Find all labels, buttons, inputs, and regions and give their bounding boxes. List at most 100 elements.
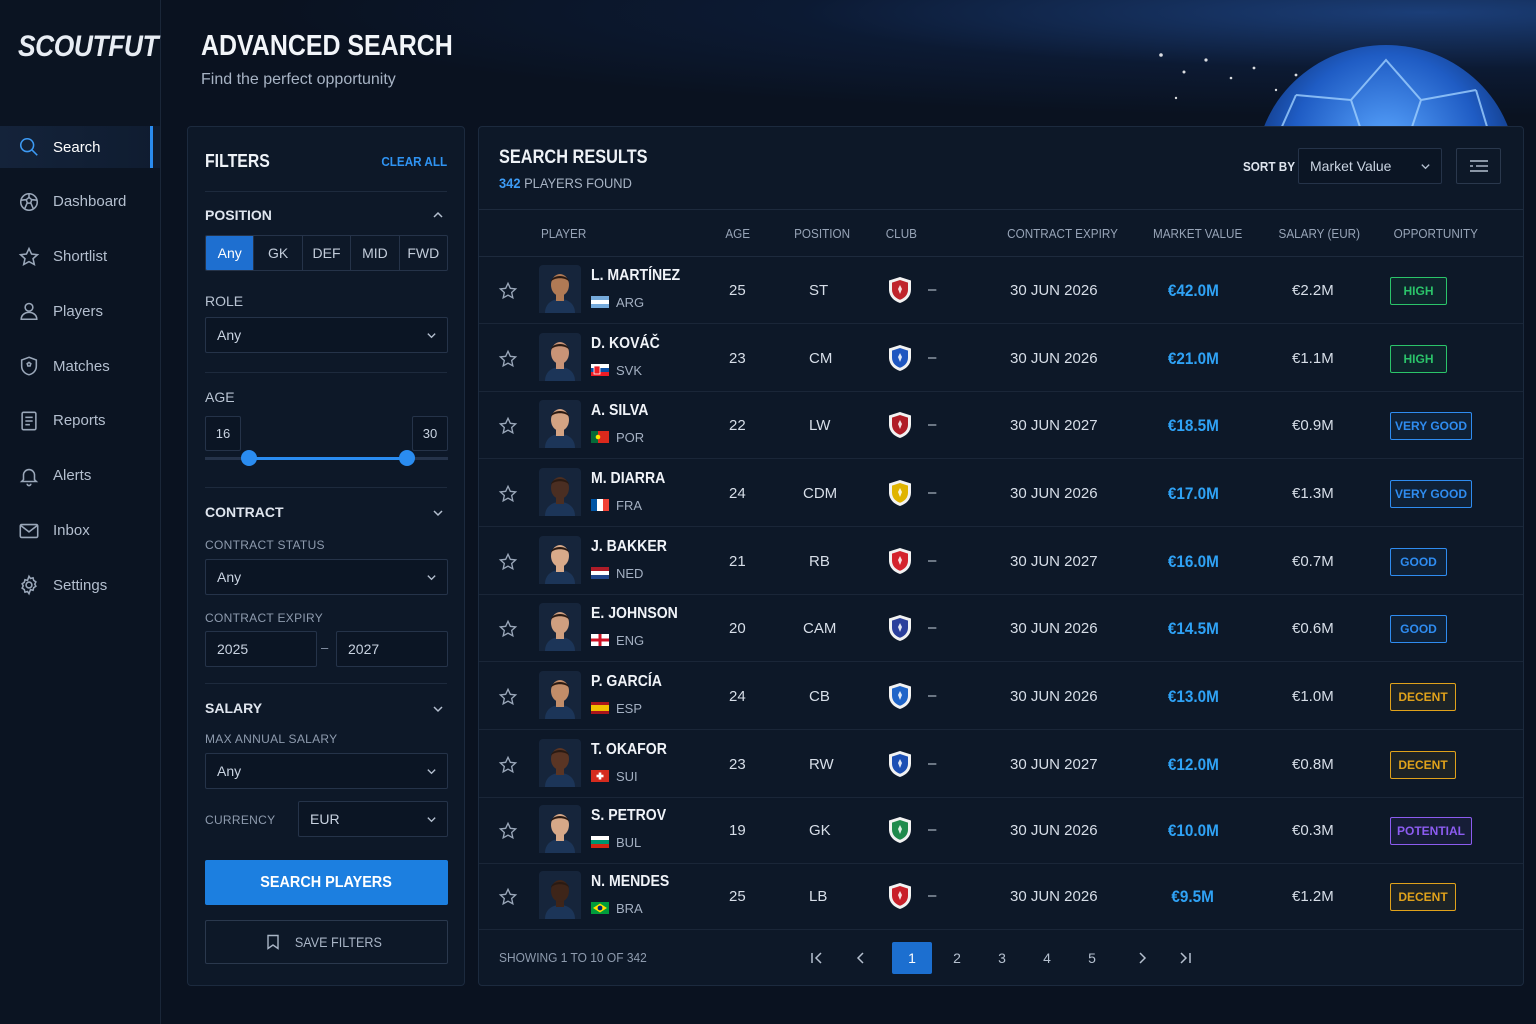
table-row[interactable]: N. MENDES BRA 25 LB – 30 JUN 2026 €9.5M … <box>479 863 1523 930</box>
column-header-position[interactable]: POSITION <box>794 226 850 241</box>
column-header-contract-expiry[interactable]: CONTRACT EXPIRY <box>1007 226 1118 241</box>
save-filters-button[interactable]: SAVE FILTERS <box>205 920 448 964</box>
sidebar-item-inbox[interactable]: Inbox <box>0 510 160 552</box>
contract-expiry-from[interactable]: 2025 <box>205 631 317 667</box>
player-name[interactable]: L. MARTÍNEZ <box>591 267 680 285</box>
sidebar-item-search[interactable]: Search <box>0 126 160 168</box>
club-crest-icon[interactable] <box>887 816 913 844</box>
player-name[interactable]: D. KOVÁČ <box>591 335 660 353</box>
sidebar-item-shortlist[interactable]: Shortlist <box>0 236 160 278</box>
player-avatar[interactable] <box>539 602 581 651</box>
shortlist-star-icon[interactable] <box>498 552 518 572</box>
position-option-gk[interactable]: GK <box>254 236 303 270</box>
first-page-button[interactable] <box>797 942 837 974</box>
player-name[interactable]: S. PETROV <box>591 807 666 825</box>
player-avatar[interactable] <box>539 467 581 516</box>
player-avatar[interactable] <box>539 332 581 381</box>
player-name[interactable]: T. OKAFOR <box>591 741 667 759</box>
contract-expiry-to[interactable]: 2027 <box>336 631 448 667</box>
column-header-age[interactable]: AGE <box>725 226 750 241</box>
currency-select[interactable]: EUR <box>298 801 448 837</box>
max-salary-select[interactable]: Any <box>205 753 448 789</box>
club-crest-icon[interactable] <box>887 344 913 372</box>
view-options-button[interactable] <box>1456 148 1501 184</box>
table-row[interactable]: D. KOVÁČ SVK 23 CM – 30 JUN 2026 €21.0M … <box>479 325 1523 392</box>
position-option-def[interactable]: DEF <box>303 236 352 270</box>
page-button-1[interactable]: 1 <box>892 942 932 974</box>
age-min-handle[interactable] <box>240 450 257 466</box>
clear-all-button[interactable]: CLEAR ALL <box>381 154 447 169</box>
player-name[interactable]: J. BAKKER <box>591 538 667 556</box>
player-avatar[interactable] <box>539 870 581 919</box>
age-max-handle[interactable] <box>398 450 415 466</box>
last-page-button[interactable] <box>1165 942 1205 974</box>
table-row[interactable]: P. GARCÍA ESP 24 CB – 30 JUN 2026 €13.0M… <box>479 663 1523 730</box>
shortlist-star-icon[interactable] <box>498 687 518 707</box>
column-header-market-value[interactable]: MARKET VALUE <box>1153 226 1242 241</box>
sidebar-item-dashboard[interactable]: Dashboard <box>0 181 160 223</box>
shortlist-star-icon[interactable] <box>498 484 518 504</box>
shortlist-star-icon[interactable] <box>498 619 518 639</box>
age-max-field[interactable]: 30 <box>412 416 448 451</box>
position-option-any[interactable]: Any <box>206 236 255 270</box>
search-players-button[interactable]: SEARCH PLAYERS <box>205 860 448 905</box>
player-avatar[interactable] <box>539 535 581 584</box>
club-crest-icon[interactable] <box>887 750 913 778</box>
player-name[interactable]: E. JOHNSON <box>591 605 678 623</box>
club-crest-icon[interactable] <box>887 479 913 507</box>
player-avatar[interactable] <box>539 264 581 313</box>
page-button-5[interactable]: 5 <box>1072 942 1112 974</box>
position-option-mid[interactable]: MID <box>351 236 400 270</box>
shortlist-star-icon[interactable] <box>498 281 518 301</box>
player-name[interactable]: M. DIARRA <box>591 470 665 488</box>
chevron-up-icon[interactable] <box>432 209 444 221</box>
page-button-3[interactable]: 3 <box>982 942 1022 974</box>
position-option-fwd[interactable]: FWD <box>400 236 447 270</box>
club-crest-icon[interactable] <box>887 882 913 910</box>
chevron-down-icon[interactable] <box>432 703 444 715</box>
shortlist-star-icon[interactable] <box>498 349 518 369</box>
page-button-4[interactable]: 4 <box>1027 942 1067 974</box>
chevron-down-icon[interactable] <box>432 507 444 519</box>
table-row[interactable]: L. MARTÍNEZ ARG 25 ST – 30 JUN 2026 €42.… <box>479 257 1523 324</box>
sidebar-item-settings[interactable]: Settings <box>0 564 160 606</box>
player-avatar[interactable] <box>539 399 581 448</box>
sort-select[interactable]: Market Value <box>1298 148 1442 184</box>
player-name[interactable]: P. GARCÍA <box>591 673 662 691</box>
player-name[interactable]: N. MENDES <box>591 873 669 891</box>
column-header-opportunity[interactable]: OPPORTUNITY <box>1394 226 1478 241</box>
sidebar-item-reports[interactable]: Reports <box>0 400 160 442</box>
shortlist-star-icon[interactable] <box>498 887 518 907</box>
club-crest-icon[interactable] <box>887 276 913 304</box>
table-row[interactable]: A. SILVA POR 22 LW – 30 JUN 2027 €18.5M … <box>479 392 1523 459</box>
table-row[interactable]: T. OKAFOR SUI 23 RW – 30 JUN 2027 €12.0M… <box>479 731 1523 798</box>
table-row[interactable]: M. DIARRA FRA 24 CDM – 30 JUN 2026 €17.0… <box>479 460 1523 527</box>
column-header-salary[interactable]: SALARY (EUR) <box>1279 226 1361 241</box>
table-row[interactable]: E. JOHNSON ENG 20 CAM – 30 JUN 2026 €14.… <box>479 595 1523 662</box>
player-avatar[interactable] <box>539 738 581 787</box>
table-row[interactable]: J. BAKKER NED 21 RB – 30 JUN 2027 €16.0M… <box>479 528 1523 595</box>
contract-status-select[interactable]: Any <box>205 559 448 595</box>
club-crest-icon[interactable] <box>887 682 913 710</box>
app-logo[interactable]: SCOUTFUT <box>18 30 159 64</box>
shortlist-star-icon[interactable] <box>498 821 518 841</box>
sidebar-item-players[interactable]: Players <box>0 290 160 332</box>
table-row[interactable]: S. PETROV BUL 19 GK – 30 JUN 2026 €10.0M… <box>479 797 1523 864</box>
role-select[interactable]: Any <box>205 317 448 353</box>
shortlist-star-icon[interactable] <box>498 416 518 436</box>
player-avatar[interactable] <box>539 804 581 853</box>
club-crest-icon[interactable] <box>887 411 913 439</box>
club-crest-icon[interactable] <box>887 614 913 642</box>
shortlist-star-icon[interactable] <box>498 755 518 775</box>
sidebar-item-matches[interactable]: Matches <box>0 345 160 387</box>
player-name[interactable]: A. SILVA <box>591 402 648 420</box>
next-page-button[interactable] <box>1122 942 1162 974</box>
age-min-field[interactable]: 16 <box>205 416 241 451</box>
club-crest-icon[interactable] <box>887 547 913 575</box>
column-header-player[interactable]: PLAYER <box>541 226 586 241</box>
column-header-club[interactable]: CLUB <box>886 226 917 241</box>
player-avatar[interactable] <box>539 670 581 719</box>
sidebar-item-alerts[interactable]: Alerts <box>0 455 160 497</box>
page-button-2[interactable]: 2 <box>937 942 977 974</box>
previous-page-button[interactable] <box>841 942 881 974</box>
